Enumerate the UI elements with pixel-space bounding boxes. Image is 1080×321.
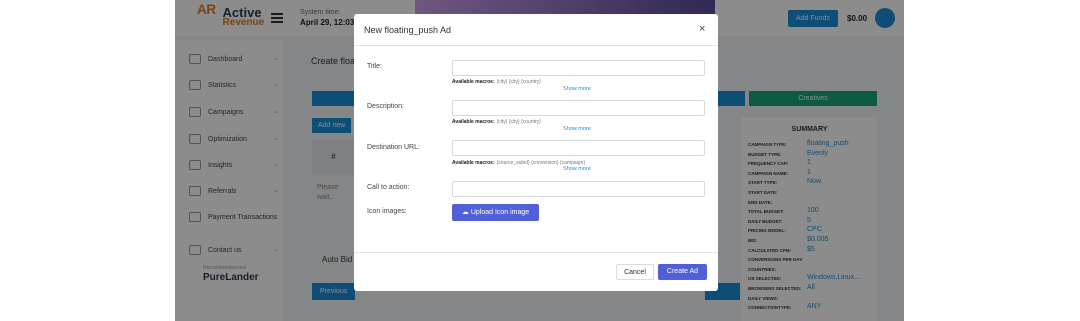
title-macros: Available macros: {city} {city} {country}: [452, 79, 541, 85]
description-input[interactable]: [452, 100, 705, 116]
url-show-more-link[interactable]: Show more: [563, 166, 591, 172]
description-label: Description:: [367, 103, 404, 110]
modal-footer-divider: [354, 252, 718, 253]
modal-header: New floating_push Ad ×: [354, 14, 718, 46]
call-to-action-label: Call to action:: [367, 184, 410, 191]
macros-label: Available macros:: [452, 79, 495, 85]
close-icon[interactable]: ×: [699, 23, 705, 35]
title-input[interactable]: [452, 60, 705, 76]
cloud-upload-icon: ☁: [461, 209, 469, 216]
cancel-button[interactable]: Cancel: [616, 264, 654, 280]
macros-list: {city} {city} {country}: [496, 79, 541, 85]
destination-url-input[interactable]: [452, 140, 705, 156]
destination-url-label: Destination URL:: [367, 144, 420, 151]
macros-label: Available macros:: [452, 119, 495, 125]
new-ad-modal: New floating_push Ad × Title: Available …: [354, 14, 718, 291]
description-macros: Available macros: {city} {city} {country}: [452, 119, 541, 125]
macros-list: {city} {city} {country}: [496, 119, 541, 125]
description-show-more-link[interactable]: Show more: [563, 126, 591, 132]
upload-label: Upload Icon image: [470, 209, 530, 216]
macros-label: Available macros:: [452, 160, 495, 166]
modal-title: New floating_push Ad: [364, 25, 452, 35]
title-show-more-link[interactable]: Show more: [563, 86, 591, 92]
upload-icon-image-button[interactable]: ☁ Upload Icon image: [452, 204, 539, 221]
title-label: Title:: [367, 63, 382, 70]
create-ad-button[interactable]: Create Ad: [658, 264, 707, 280]
call-to-action-input[interactable]: [452, 181, 705, 197]
icon-images-label: Icon images:: [367, 208, 407, 215]
